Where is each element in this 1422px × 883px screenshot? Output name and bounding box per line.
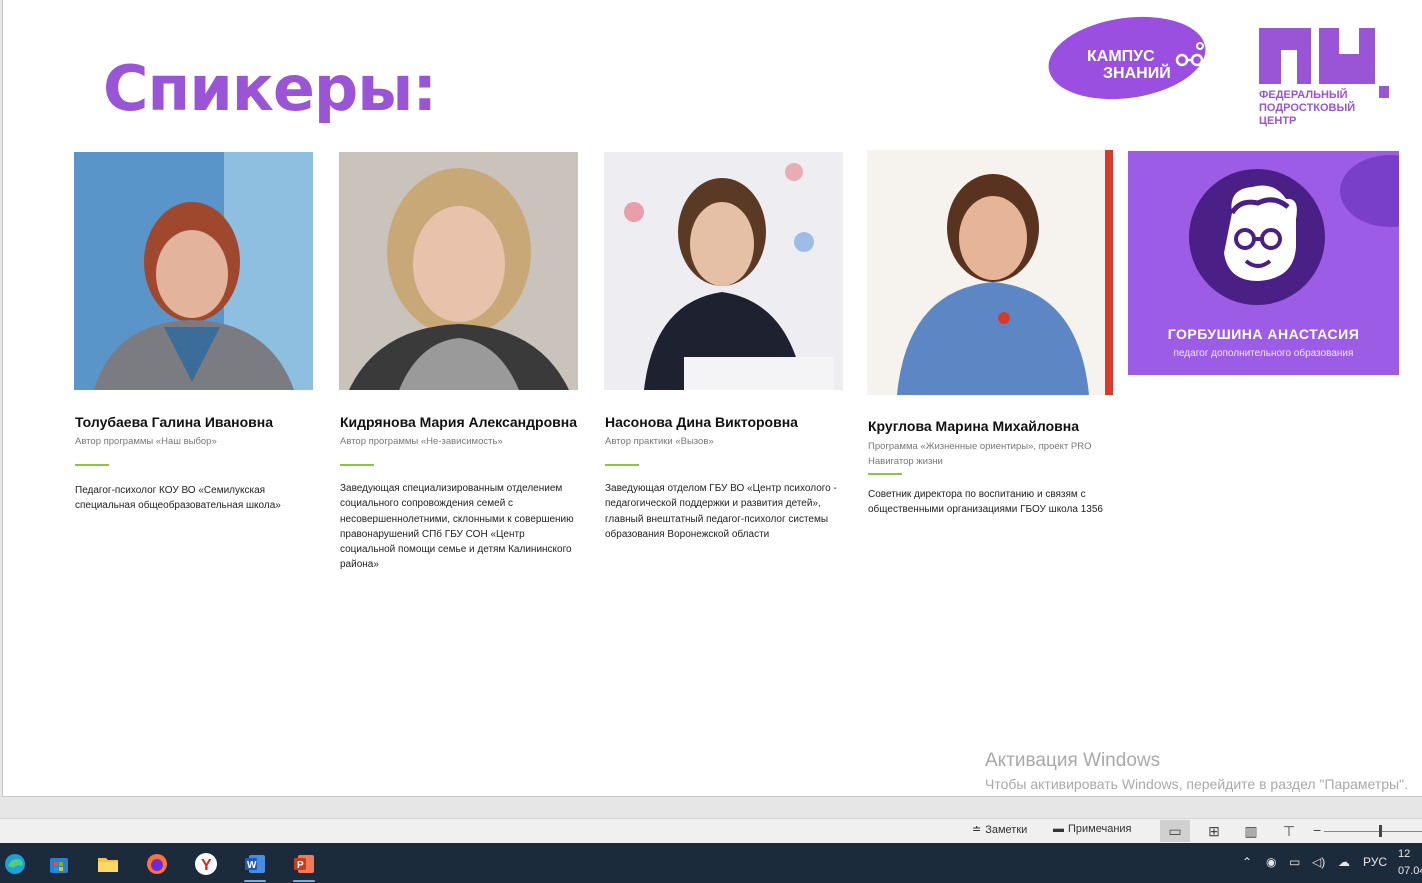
divider-2 [340,464,374,466]
comment-icon: ▬ [1053,823,1064,835]
notes-label: Заметки [985,823,1028,836]
speaker-name-1: Толубаева Галина Ивановна [75,414,273,430]
comments-button[interactable]: ▬ Примечания [1053,823,1132,835]
fpc-line2: ПОДРОСТКОВЫЙ [1259,102,1356,114]
activation-watermark-text: Чтобы активировать Windows, перейдите в … [985,776,1408,792]
speaker-desc-2: Заведующая специализированным отделением… [340,483,574,571]
notes-button[interactable]: ≐ Заметки [972,823,1028,837]
slideshow-icon: ⊤ [1282,822,1296,839]
zoom-slider-track[interactable] [1324,831,1422,832]
language-indicator[interactable]: РУС [1363,855,1387,869]
speaker-photo-3 [604,152,843,390]
slide-sorter-button[interactable]: ⊞ [1199,820,1229,842]
kampus-line1: КАМПУС [1087,48,1155,65]
slide-sorter-icon: ⊞ [1208,822,1220,839]
reading-view-icon: ▥ [1244,822,1258,839]
activation-watermark-title: Активация Windows [985,750,1161,771]
slideshow-button[interactable]: ⊤ [1274,820,1304,842]
zoom-slider-thumb[interactable] [1379,825,1382,837]
meet-now-icon[interactable]: ◉ [1266,855,1276,869]
speaker-name-4: Круглова Марина Михайловна [868,418,1080,434]
comments-label: Примечания [1068,823,1132,835]
edge-icon[interactable] [0,849,30,879]
speaker-desc-1: Педагог-психолог КОУ ВО «Семилукская спе… [75,485,281,512]
powerpoint-statusbar: ≐ Заметки ▬ Примечания ▭ ⊞ ▥ ⊤ − [0,818,1422,843]
volume-icon[interactable]: ◁) [1312,855,1325,869]
kampus-line2: ЗНАНИЙ [1103,63,1171,82]
word-active-indicator [244,880,266,882]
svg-text:P: P [297,860,304,871]
divider-1 [75,464,109,466]
yandex-browser-icon[interactable]: Y [191,849,221,879]
svg-text:Y: Y [201,857,212,874]
speaker-name-2: Кидрянова Мария Александровна [340,414,577,430]
kampus-znaniy-logo: КАМПУС ЗНАНИЙ [1048,16,1206,100]
speaker-card-5: ГОРБУШИНА АНАСТАСИЯ педагог дополнительн… [1128,151,1399,375]
clock[interactable]: 12 07.04 [1398,846,1422,880]
speaker-photo-2 [339,152,578,390]
zoom-out-button[interactable]: − [1313,822,1321,838]
speaker-role-2: Автор программы «Не-зависимость» [340,436,503,447]
windows-taskbar: Y W P ⌃ ◉ ▭ ◁) ☁ РУС 12 07.04 [0,843,1422,883]
speaker-role-3: Автор практики «Вызов» [605,436,714,447]
windows-store-icon[interactable] [44,849,74,879]
file-explorer-icon[interactable] [93,849,123,879]
normal-view-button[interactable]: ▭ [1160,820,1190,842]
network-icon[interactable]: ▭ [1289,855,1300,869]
chevron-up-icon[interactable]: ⌃ [1242,855,1252,869]
speaker-role-4: Программа «Жизненные ориентиры», проект … [868,441,1092,467]
speaker-photo-1 [74,152,313,390]
divider-3 [605,464,639,466]
fpc-line3: ЦЕНТР [1259,115,1297,127]
powerpoint-active-indicator [293,880,315,882]
firefox-icon[interactable] [142,849,172,879]
card5-subtitle: педагог дополнительного образования [1173,348,1354,359]
speaker-desc-4: Советник директора по воспитанию и связя… [868,489,1103,516]
clock-time: 12 [1398,848,1411,860]
speaker-desc-3: Заведующая отделом ГБУ ВО «Центр психоло… [605,483,837,540]
normal-view-icon: ▭ [1168,822,1182,839]
divider-4 [868,473,902,475]
svg-text:W: W [247,860,257,871]
onedrive-icon[interactable]: ☁ [1338,855,1350,869]
speaker-role-1: Автор программы «Наш выбор» [75,436,217,447]
fpc-line1: ФЕДЕРАЛЬНЫЙ [1259,89,1348,101]
slide-canvas[interactable]: Спикеры: КАМПУС ЗНАНИЙ ФЕДЕРАЛЬНЫЙ ПОДРО… [2,0,1422,797]
reading-view-button[interactable]: ▥ [1236,820,1266,842]
word-icon[interactable]: W [240,849,270,879]
fpc-caption: ФЕДЕРАЛЬНЫЙ ПОДРОСТКОВЫЙ ЦЕНТР [1259,89,1355,128]
speaker-photo-4 [867,150,1113,395]
powerpoint-icon[interactable]: P [289,849,319,879]
slide-title: Спикеры: [103,52,437,125]
card5-name: ГОРБУШИНА АНАСТАСИЯ [1167,326,1360,342]
speaker-name-3: Насонова Дина Викторовна [605,414,798,430]
clock-date: 07.04 [1398,865,1422,877]
notes-icon: ≐ [972,824,982,836]
